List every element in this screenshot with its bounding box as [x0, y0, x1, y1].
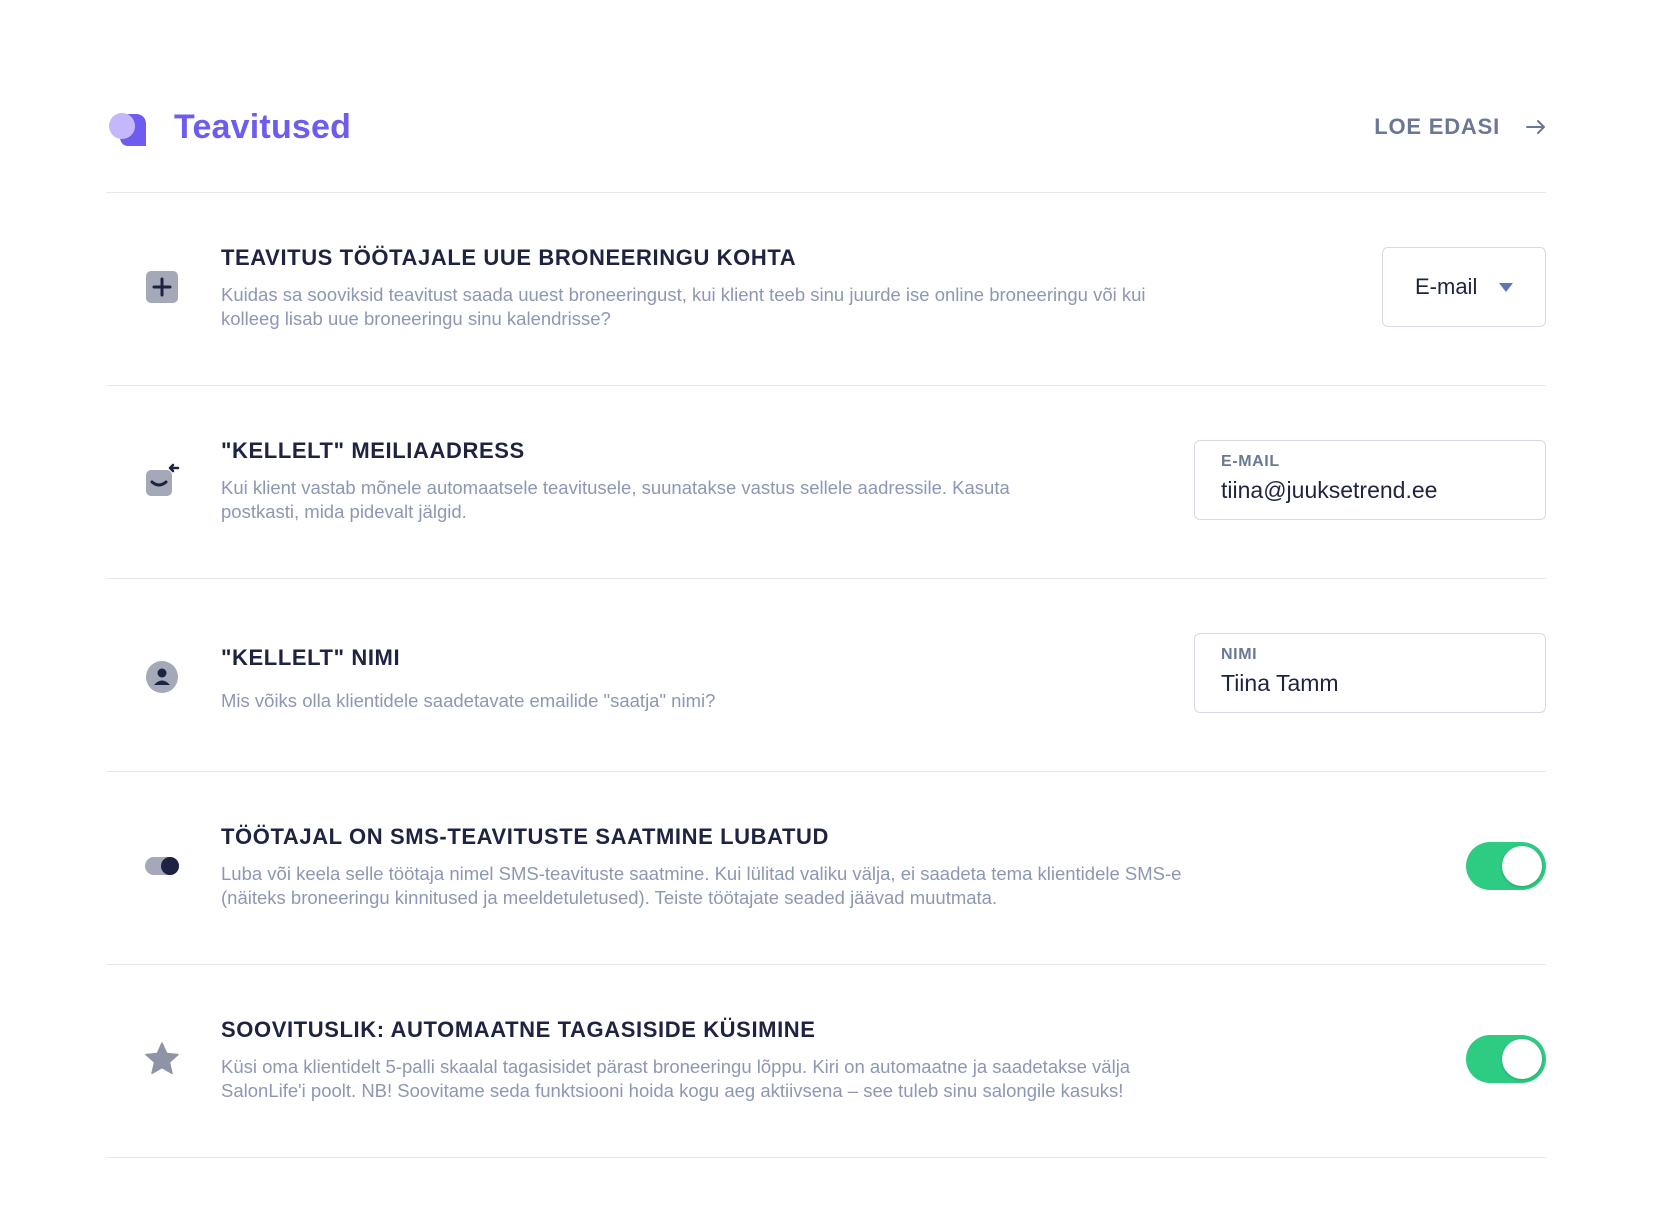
field-label: E-MAIL — [1221, 453, 1280, 470]
feedback-toggle[interactable] — [1466, 1035, 1546, 1083]
description-line: Kui klient vastab mõnele automaatsele te… — [221, 477, 1010, 498]
arrow-right-icon — [1526, 120, 1545, 134]
setting-description: Kuidas sa sooviksid teavitust saada uues… — [221, 283, 1146, 331]
from-name-field[interactable]: NIMI — [1194, 633, 1546, 713]
setting-row-from-name: "KELLELT" NIMI Mis võiks olla klientidel… — [106, 579, 1546, 772]
setting-text: TÖÖTAJAL ON SMS-TEAVITUSTE SAATMINE LUBA… — [221, 824, 1181, 910]
description-line: kolleeg lisab uue broneeringu sinu kalen… — [221, 308, 611, 329]
caret-down-icon — [1499, 283, 1513, 292]
toggle-icon — [145, 857, 179, 875]
setting-description: Luba või keela selle töötaja nimel SMS-t… — [221, 862, 1181, 910]
setting-row-feedback: SOOVITUSLIK: AUTOMAATNE TAGASISIDE KÜSIM… — [106, 965, 1546, 1158]
setting-row-sms-enabled: TÖÖTAJAL ON SMS-TEAVITUSTE SAATMINE LUBA… — [106, 772, 1546, 965]
setting-text: TEAVITUS TÖÖTAJALE UUE BRONEERINGU KOHTA… — [221, 245, 1146, 331]
toggle-knob — [1502, 1039, 1542, 1079]
setting-row-new-booking: TEAVITUS TÖÖTAJALE UUE BRONEERINGU KOHTA… — [106, 193, 1546, 386]
toggle-knob — [1502, 846, 1542, 886]
sms-enabled-toggle[interactable] — [1466, 842, 1546, 890]
setting-description: Mis võiks olla klientidele saadetavate e… — [221, 689, 715, 713]
description-line: Mis võiks olla klientidele saadetavate e… — [221, 690, 716, 711]
description-line: Luba või keela selle töötaja nimel SMS-t… — [221, 863, 1182, 884]
notifications-panel: Teavitused LOE EDASI TEAVITUS TÖÖTAJALE … — [106, 0, 1546, 1158]
section-header: Teavitused LOE EDASI — [106, 0, 1546, 193]
setting-description: Kui klient vastab mõnele automaatsele te… — [221, 476, 1010, 524]
from-email-field[interactable]: E-MAIL — [1194, 440, 1546, 520]
setting-heading: TÖÖTAJAL ON SMS-TEAVITUSTE SAATMINE LUBA… — [221, 824, 829, 849]
description-line: Kuidas sa sooviksid teavitust saada uues… — [221, 284, 1146, 305]
setting-text: SOOVITUSLIK: AUTOMAATNE TAGASISIDE KÜSIM… — [221, 1017, 1130, 1103]
read-more-label: LOE EDASI — [1374, 114, 1500, 139]
setting-heading: TEAVITUS TÖÖTAJALE UUE BRONEERINGU KOHTA — [221, 245, 797, 270]
description-line: Küsi oma klientidelt 5-palli skaalal tag… — [221, 1056, 1131, 1077]
name-input[interactable] — [1221, 670, 1519, 697]
read-more-link[interactable]: LOE EDASI — [1374, 114, 1546, 140]
plus-square-icon — [146, 271, 178, 303]
description-line: SalonLife'i poolt. NB! Soovitame seda fu… — [221, 1080, 1124, 1101]
email-input[interactable] — [1221, 477, 1519, 504]
description-line: postkasti, mida pidevalt jälgid. — [221, 501, 467, 522]
setting-row-from-email: "KELLELT" MEILIAADRESS Kui klient vastab… — [106, 386, 1546, 579]
star-icon — [145, 1042, 179, 1075]
select-value: E-mail — [1415, 274, 1478, 299]
notification-method-select[interactable]: E-mail — [1382, 247, 1546, 327]
mail-reply-icon — [146, 463, 180, 496]
page-title: Teavitused — [174, 108, 352, 146]
setting-heading: "KELLELT" NIMI — [221, 645, 401, 670]
user-icon — [146, 661, 178, 693]
setting-heading: SOOVITUSLIK: AUTOMAATNE TAGASISIDE KÜSIM… — [221, 1017, 816, 1042]
chat-bubbles-icon — [109, 113, 146, 146]
setting-heading: "KELLELT" MEILIAADRESS — [221, 438, 525, 463]
description-line: (näiteks broneeringu kinnitused ja meeld… — [221, 887, 998, 908]
setting-text: "KELLELT" NIMI Mis võiks olla klientidel… — [221, 645, 715, 713]
field-label: NIMI — [1221, 646, 1258, 663]
setting-description: Küsi oma klientidelt 5-palli skaalal tag… — [221, 1055, 1130, 1103]
setting-text: "KELLELT" MEILIAADRESS Kui klient vastab… — [221, 438, 1010, 524]
